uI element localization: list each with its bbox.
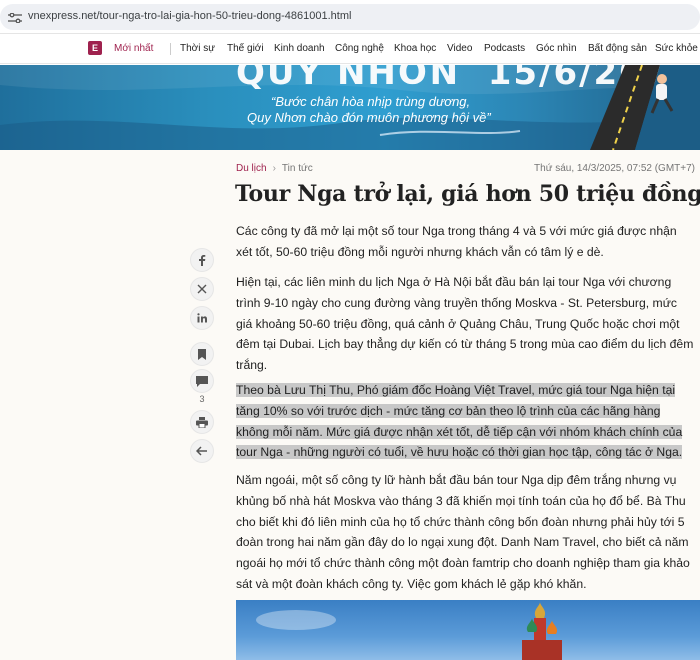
article-image[interactable]: [236, 600, 700, 660]
banner-runner-graphic: [590, 65, 700, 150]
nav-item-kinh-doanh[interactable]: Kinh doanh: [274, 43, 325, 54]
nav-item-moi-nhat[interactable]: Mới nhất: [114, 43, 153, 54]
site-navigation: E Mới nhất Thời sự Thế giới Kinh doanh C…: [0, 34, 700, 64]
article-paragraph-highlighted: Theo bà Lưu Thị Thu, Phó giám đốc Hoàng …: [236, 380, 696, 463]
nav-item-video[interactable]: Video: [447, 43, 472, 54]
article-sapo: Các công ty đã mở lại một số tour Nga tr…: [236, 224, 677, 259]
comment-icon[interactable]: [190, 369, 214, 393]
banner-ad[interactable]: QUY NHƠN 15/6/2025 “Bước chân hòa nhịp t…: [0, 65, 700, 150]
cathedral-image: [256, 602, 562, 660]
nav-item-podcasts[interactable]: Podcasts: [484, 43, 525, 54]
back-icon[interactable]: [190, 439, 214, 463]
chevron-right-icon: ›: [272, 163, 276, 174]
x-icon[interactable]: [190, 277, 214, 301]
nav-divider: [170, 43, 171, 55]
banner-tagline-1: “Bước chân hòa nhịp trùng dương,: [271, 94, 471, 109]
comment-count: 3: [199, 394, 205, 404]
breadcrumb-tin-tuc[interactable]: Tin tức: [282, 163, 313, 174]
breadcrumb-du-lich[interactable]: Du lịch: [236, 163, 267, 174]
print-icon[interactable]: [190, 410, 214, 434]
publish-date: Thứ sáu, 14/3/2025, 07:52 (GMT+7): [534, 163, 695, 174]
nav-item-thoi-su[interactable]: Thời sự: [180, 43, 215, 54]
nav-item-the-gioi[interactable]: Thế giới: [227, 43, 264, 54]
text-selection: Theo bà Lưu Thị Thu, Phó giám đốc Hoàng …: [236, 383, 683, 460]
facebook-icon[interactable]: [190, 248, 214, 272]
nav-item-khoa-hoc[interactable]: Khoa học: [394, 43, 436, 54]
banner-tagline-2: Quy Nhơn chào đón muôn phương hội về”: [247, 110, 491, 125]
linkedin-icon[interactable]: [190, 306, 214, 330]
article-paragraph: Năm ngoái, một số công ty lữ hành bắt đầ…: [236, 473, 690, 591]
nav-item-bat-dong-san[interactable]: Bất động sản: [588, 43, 647, 54]
nav-item-goc-nhin[interactable]: Góc nhìn: [536, 43, 577, 54]
article-paragraph: Hiện tại, các liên minh du lịch Nga ở Hà…: [236, 275, 694, 373]
article-title: Tour Nga trở lại, giá hơn 50 triệu đồng: [235, 181, 700, 207]
url-field[interactable]: vnexpress.net/tour-nga-tro-lai-gia-hon-5…: [0, 4, 700, 30]
nav-item-cong-nghe[interactable]: Công nghệ: [335, 43, 384, 54]
url-text: vnexpress.net/tour-nga-tro-lai-gia-hon-5…: [28, 10, 352, 22]
bookmark-icon[interactable]: [190, 342, 214, 366]
browser-address-bar: vnexpress.net/tour-nga-tro-lai-gia-hon-5…: [0, 0, 700, 34]
site-info-icon[interactable]: [8, 13, 22, 23]
breadcrumb: Du lịch › Tin tức: [236, 163, 313, 174]
latest-news-icon[interactable]: E: [88, 41, 102, 55]
nav-item-suc-khoe[interactable]: Sức khỏe: [655, 43, 698, 54]
